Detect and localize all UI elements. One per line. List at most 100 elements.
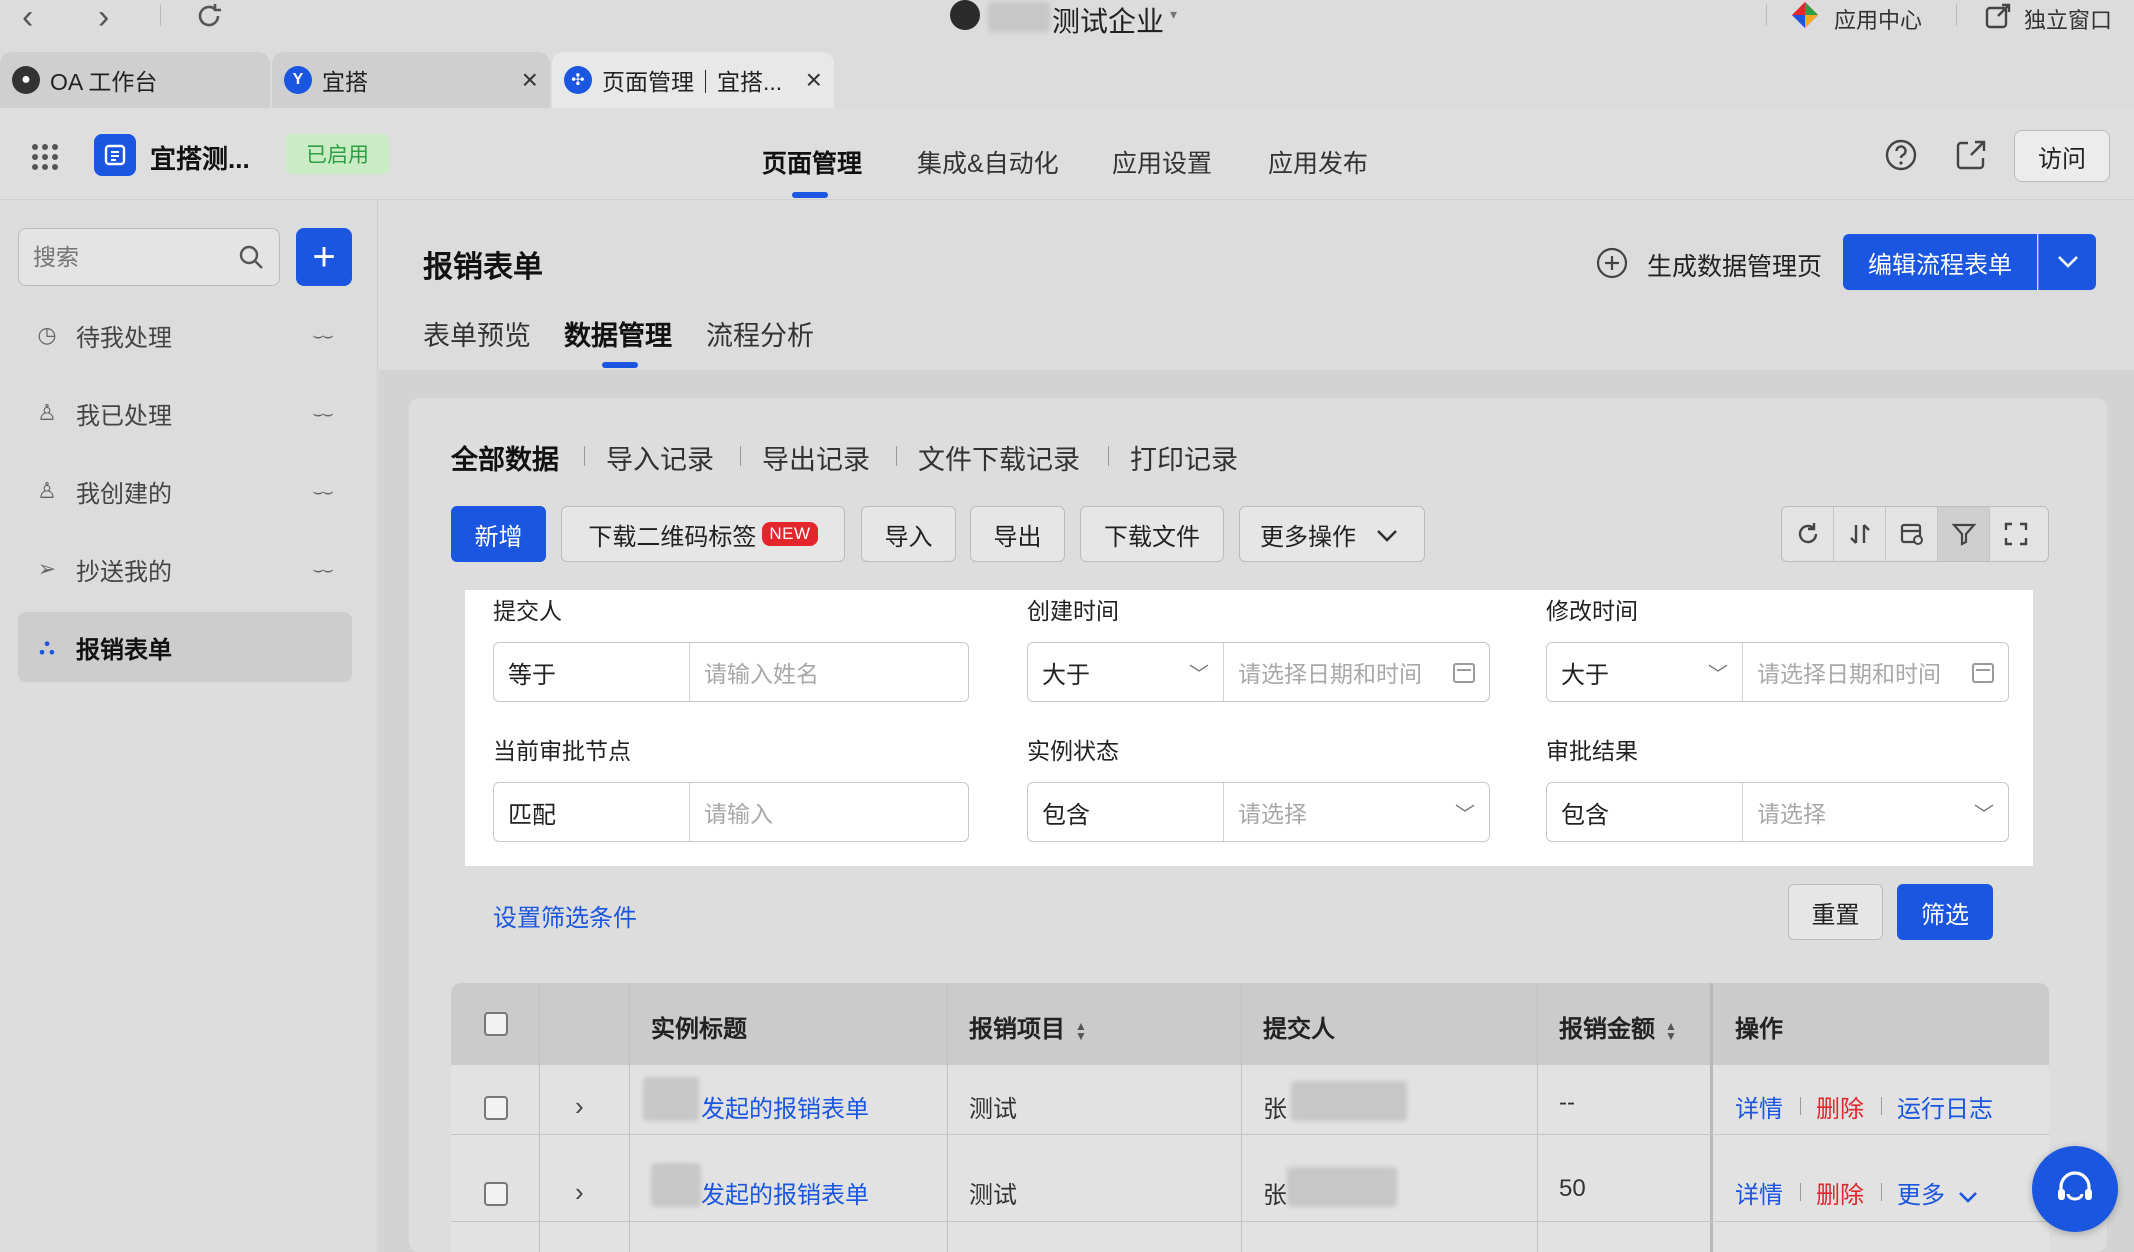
eye-hidden-icon[interactable]: ⌣⌣: [312, 403, 334, 424]
result-select[interactable]: 请选择 ﹀: [1743, 783, 2008, 841]
help-icon[interactable]: [1884, 138, 1918, 172]
tab-oa-workbench[interactable]: ● OA 工作台: [0, 52, 270, 108]
forward-icon[interactable]: ›: [98, 0, 109, 34]
sidebar-item-cc[interactable]: ➢ 抄送我的 ⌣⌣: [18, 534, 352, 604]
nav-app-settings[interactable]: 应用设置: [1112, 144, 1212, 180]
refresh-icon[interactable]: [1782, 507, 1834, 561]
tab-form-preview[interactable]: 表单预览: [423, 314, 531, 353]
sort-icon[interactable]: ▲ ▼: [1665, 1020, 1677, 1042]
divider: [740, 446, 741, 466]
operator-select[interactable]: 包含: [1028, 783, 1224, 841]
standalone-window-link[interactable]: 独立窗口: [2024, 3, 2112, 35]
sidebar-item-expense-form[interactable]: ⛬ 报销表单: [18, 612, 352, 682]
data-tab-all[interactable]: 全部数据: [451, 438, 559, 477]
row-checkbox[interactable]: [484, 1096, 508, 1120]
column-settings-icon[interactable]: [1886, 507, 1938, 561]
sort-icon[interactable]: ▲ ▼: [1075, 1020, 1087, 1042]
more-actions-button[interactable]: 更多操作: [1239, 506, 1425, 562]
close-icon[interactable]: ×: [522, 64, 538, 96]
chevron-down-icon: ﹀: [1708, 663, 1728, 686]
download-qr-button[interactable]: 下载二维码标签 NEW: [561, 506, 845, 562]
search-icon[interactable]: [237, 243, 265, 271]
import-button[interactable]: 导入: [861, 506, 956, 562]
instance-title-link[interactable]: 发起的报销表单: [701, 1089, 869, 1124]
eye-hidden-icon[interactable]: ⌣⌣: [312, 559, 334, 580]
tab-page-manage[interactable]: ✣ 页面管理｜宜搭... ×: [552, 52, 834, 108]
column-header-submitter[interactable]: 提交人: [1263, 1009, 1335, 1044]
date-picker[interactable]: 请选择日期和时间: [1743, 643, 2008, 701]
add-record-button[interactable]: 新增: [451, 506, 546, 562]
tab-flow-analysis[interactable]: 流程分析: [706, 314, 814, 353]
instance-title-link[interactable]: 发起的报销表单: [701, 1175, 869, 1210]
delete-link[interactable]: 删除: [1816, 1089, 1864, 1124]
detail-link[interactable]: 详情: [1735, 1089, 1783, 1124]
node-input[interactable]: 请输入: [690, 783, 968, 841]
nav-app-publish[interactable]: 应用发布: [1268, 144, 1368, 180]
edit-dropdown-button[interactable]: [2038, 234, 2096, 290]
sort-icon[interactable]: [1834, 507, 1886, 561]
data-tab-import-records[interactable]: 导入记录: [606, 438, 714, 477]
customer-service-button[interactable]: [2032, 1146, 2118, 1232]
row-checkbox[interactable]: [484, 1182, 508, 1206]
blurred-name: [1291, 1081, 1407, 1121]
apply-filter-button[interactable]: 筛选: [1897, 884, 1993, 940]
submitter-input[interactable]: 请输入姓名: [690, 643, 968, 701]
company-dropdown-icon[interactable]: ▾: [1170, 6, 1177, 23]
sidebar-item-processed[interactable]: ♙ 我已处理 ⌣⌣: [18, 378, 352, 448]
run-log-link[interactable]: 运行日志: [1897, 1089, 1993, 1124]
tab-data-manage[interactable]: 数据管理: [564, 314, 672, 353]
sidebar-item-created[interactable]: ♙ 我创建的 ⌣⌣: [18, 456, 352, 526]
sidebar-item-pending[interactable]: ◷ 待我处理 ⌣⌣: [18, 300, 352, 370]
data-tab-print-records[interactable]: 打印记录: [1130, 438, 1238, 477]
set-filter-conditions-link[interactable]: 设置筛选条件: [493, 898, 637, 933]
expand-row-icon[interactable]: ›: [575, 1091, 584, 1122]
detail-link[interactable]: 详情: [1735, 1175, 1783, 1210]
operator-select[interactable]: 大于 ﹀: [1028, 643, 1224, 701]
search-input[interactable]: [33, 229, 233, 285]
back-icon[interactable]: ‹: [22, 0, 33, 34]
open-external-icon[interactable]: [1954, 138, 1988, 172]
company-name[interactable]: 测试企业: [1052, 0, 1164, 40]
nav-integration[interactable]: 集成&自动化: [917, 144, 1059, 180]
visit-button[interactable]: 访问: [2014, 130, 2110, 182]
data-tab-download-records[interactable]: 文件下载记录: [918, 438, 1080, 477]
download-file-button[interactable]: 下载文件: [1080, 506, 1224, 562]
add-circle-icon[interactable]: [1595, 246, 1629, 280]
close-icon[interactable]: ×: [806, 64, 822, 96]
refresh-icon[interactable]: [194, 1, 224, 31]
filter-icon[interactable]: [1938, 507, 1990, 561]
operator-select[interactable]: 大于 ﹀: [1547, 643, 1743, 701]
sidebar-item-label: 报销表单: [76, 636, 172, 664]
data-tab-export-records[interactable]: 导出记录: [762, 438, 870, 477]
edit-flow-form-button[interactable]: 编辑流程表单: [1843, 234, 2037, 290]
fullscreen-icon[interactable]: [1990, 507, 2042, 561]
operator-select[interactable]: 等于: [494, 643, 690, 701]
column-header-project[interactable]: 报销项目 ▲ ▼: [969, 1009, 1087, 1044]
column-header-title[interactable]: 实例标题: [651, 1009, 747, 1044]
tab-yida[interactable]: Y 宜搭 ×: [272, 52, 550, 108]
standalone-window-icon[interactable]: [1984, 2, 2012, 30]
reset-button[interactable]: 重置: [1788, 884, 1883, 940]
divider: [1881, 1183, 1882, 1201]
eye-hidden-icon[interactable]: ⌣⌣: [312, 481, 334, 502]
status-select[interactable]: 请选择 ﹀: [1224, 783, 1489, 841]
more-ops-link[interactable]: 更多: [1897, 1175, 1978, 1210]
nav-page-manage[interactable]: 页面管理: [762, 144, 862, 180]
eye-hidden-icon[interactable]: ⌣⌣: [312, 325, 334, 346]
select-all-checkbox[interactable]: [484, 1012, 508, 1036]
date-picker[interactable]: 请选择日期和时间: [1224, 643, 1489, 701]
column-header-amount[interactable]: 报销金额 ▲ ▼: [1559, 1009, 1677, 1044]
app-center-icon[interactable]: [1790, 0, 1820, 30]
app-name[interactable]: 宜搭测...: [150, 139, 250, 176]
operator-select[interactable]: 匹配: [494, 783, 690, 841]
operator-select[interactable]: 包含: [1547, 783, 1743, 841]
generate-data-page-button[interactable]: 生成数据管理页: [1647, 247, 1822, 283]
app-center-link[interactable]: 应用中心: [1834, 3, 1922, 35]
delete-link[interactable]: 删除: [1816, 1175, 1864, 1210]
expand-row-icon[interactable]: ›: [575, 1177, 584, 1208]
app-grid-icon[interactable]: [30, 142, 60, 172]
blurred-name: [1287, 1167, 1397, 1207]
search-box[interactable]: [18, 228, 280, 286]
add-page-button[interactable]: +: [296, 228, 352, 286]
export-button[interactable]: 导出: [970, 506, 1065, 562]
